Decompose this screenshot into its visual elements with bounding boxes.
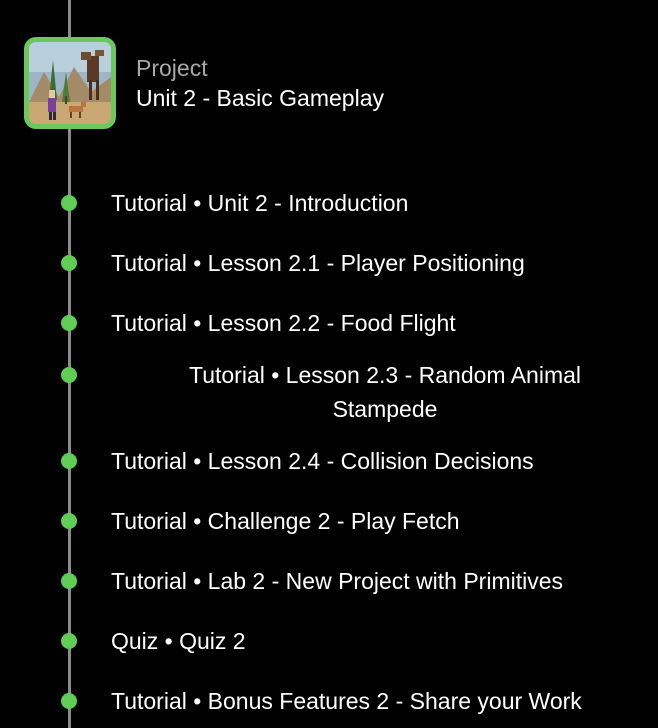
list-item-label[interactable]: Tutorial • Unit 2 - Introduction: [111, 190, 408, 217]
list-item-label[interactable]: Tutorial • Lab 2 - New Project with Prim…: [111, 568, 563, 595]
timeline-dot: [61, 367, 77, 383]
timeline-dot: [61, 255, 77, 271]
list-item-label[interactable]: Tutorial • Challenge 2 - Play Fetch: [111, 508, 460, 535]
list-item-label[interactable]: Tutorial • Lesson 2.2 - Food Flight: [111, 310, 456, 337]
list-item-label[interactable]: Quiz • Quiz 2: [111, 628, 246, 655]
list-item-label[interactable]: Tutorial • Bonus Features 2 - Share your…: [111, 688, 582, 715]
project-header: Project Unit 2 - Basic Gameplay: [136, 53, 384, 113]
list-item-label[interactable]: Tutorial • Lesson 2.1 - Player Positioni…: [111, 250, 525, 277]
timeline-dot: [61, 573, 77, 589]
timeline-dot: [61, 633, 77, 649]
timeline-dot: [61, 513, 77, 529]
list-item-label[interactable]: Tutorial • Lesson 2.4 - Collision Decisi…: [111, 448, 534, 475]
timeline-dot: [61, 693, 77, 709]
list-item-label[interactable]: Tutorial • Lesson 2.3 - Random Animal St…: [150, 358, 620, 426]
project-title[interactable]: Unit 2 - Basic Gameplay: [136, 83, 384, 113]
game-scene-thumbnail-icon: [29, 42, 111, 124]
timeline-dot: [61, 315, 77, 331]
project-type-label: Project: [136, 55, 208, 81]
timeline-dot: [61, 195, 77, 211]
project-thumbnail[interactable]: [24, 37, 116, 129]
timeline-dot: [61, 453, 77, 469]
